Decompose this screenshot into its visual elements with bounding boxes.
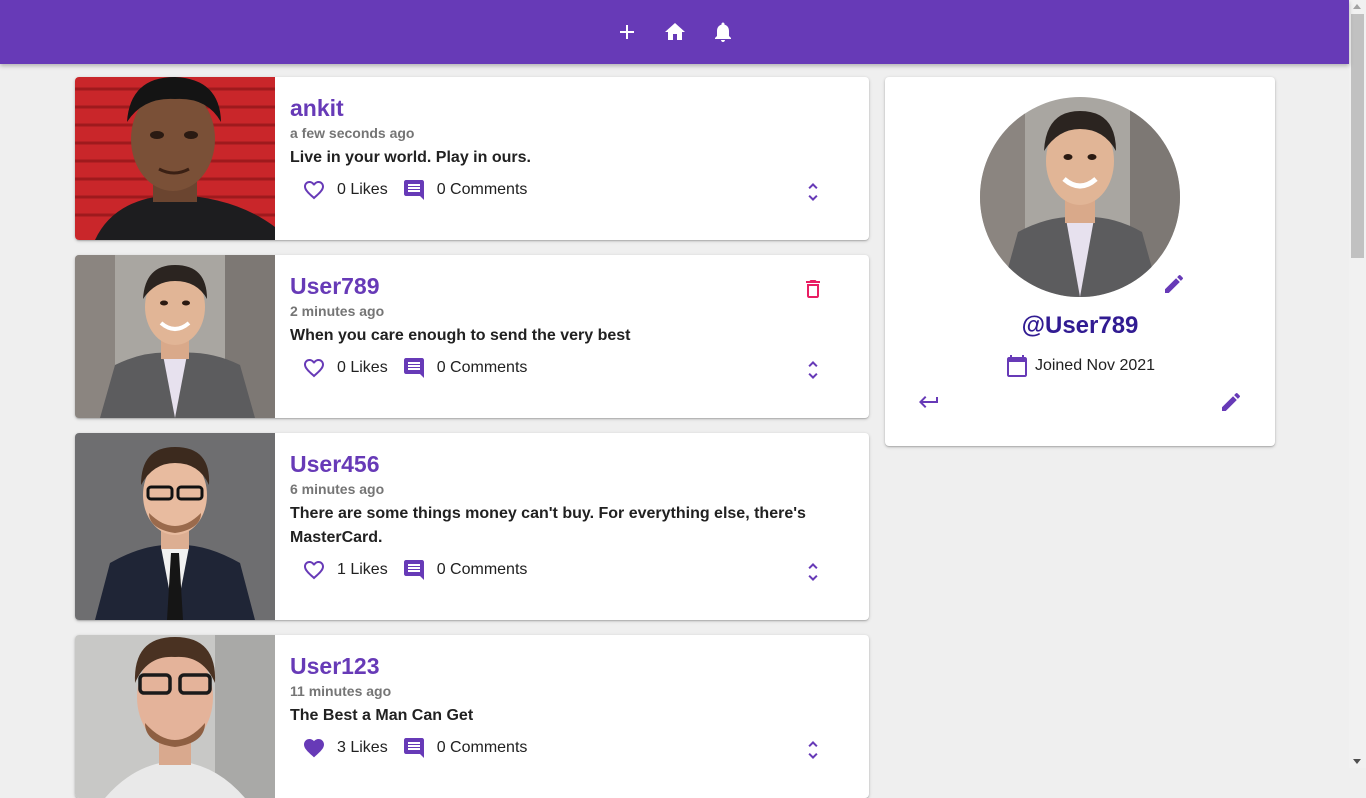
likes-count: 1 Likes xyxy=(337,561,388,578)
scroll-up-arrow[interactable] xyxy=(1353,4,1361,9)
pencil-icon xyxy=(1165,274,1184,293)
likes-count: 0 Likes xyxy=(337,181,388,198)
expand-post-button[interactable] xyxy=(801,358,825,382)
post-actions: 3 Likes 0 Comments xyxy=(302,736,527,760)
like-button[interactable] xyxy=(302,736,326,760)
keyboard-return-icon xyxy=(919,396,938,408)
like-button[interactable] xyxy=(302,558,326,582)
post-actions: 0 Likes 0 Comments xyxy=(302,356,527,380)
edit-profile-button[interactable] xyxy=(1219,390,1243,414)
home-icon xyxy=(664,23,685,40)
expand-post-button[interactable] xyxy=(801,180,825,204)
comment-icon xyxy=(403,180,424,200)
profile-joined-date: Joined Nov 2021 xyxy=(885,354,1275,378)
post-author-photo xyxy=(75,635,275,798)
post-card: ankit a few seconds ago Live in your wor… xyxy=(75,77,869,240)
joined-text: Joined Nov 2021 xyxy=(1034,357,1156,374)
scroll-down-arrow[interactable] xyxy=(1353,759,1361,764)
post-author-photo xyxy=(75,77,275,240)
post-timestamp: 2 minutes ago xyxy=(290,303,385,319)
post-author-link[interactable]: User789 xyxy=(290,273,380,300)
bell-icon xyxy=(714,22,731,42)
post-text: Live in your world. Play in ours. xyxy=(290,149,531,166)
logout-button[interactable] xyxy=(917,390,941,414)
like-button[interactable] xyxy=(302,178,326,202)
profile-card: @User789 Joined Nov 2021 xyxy=(885,77,1275,446)
post-timestamp: a few seconds ago xyxy=(290,125,415,141)
pencil-icon xyxy=(1222,392,1241,411)
heart-outline-icon xyxy=(304,181,324,200)
comments-button[interactable] xyxy=(402,178,426,202)
likes-count: 3 Likes xyxy=(337,739,388,756)
expand-post-button[interactable] xyxy=(801,738,825,762)
post-text: The Best a Man Can Get xyxy=(290,707,474,724)
comments-button[interactable] xyxy=(402,356,426,380)
edit-avatar-button[interactable] xyxy=(1162,272,1186,296)
post-actions: 1 Likes 0 Comments xyxy=(302,558,527,582)
comment-icon xyxy=(403,560,424,580)
expand-post-button[interactable] xyxy=(801,560,825,584)
add-icon xyxy=(619,25,634,39)
delete-post-button[interactable] xyxy=(801,277,825,301)
post-author-link[interactable]: ankit xyxy=(290,95,344,122)
post-author-photo xyxy=(75,255,275,418)
post-card: User123 11 minutes ago The Best a Man Ca… xyxy=(75,635,869,798)
post-timestamp: 6 minutes ago xyxy=(290,481,385,497)
likes-count: 0 Likes xyxy=(337,359,388,376)
unfold-more-icon xyxy=(808,741,818,759)
post-author-photo xyxy=(75,433,275,620)
heart-outline-icon xyxy=(304,561,324,580)
comments-count: 0 Comments xyxy=(436,739,528,756)
comments-button[interactable] xyxy=(402,736,426,760)
unfold-more-icon xyxy=(808,563,818,581)
post-author-link[interactable]: User456 xyxy=(290,451,380,478)
comments-button[interactable] xyxy=(402,558,426,582)
top-app-bar xyxy=(0,0,1349,64)
unfold-more-icon xyxy=(808,183,818,201)
post-text: There are some things money can't buy. F… xyxy=(290,505,806,546)
profile-avatar xyxy=(980,97,1180,297)
comments-count: 0 Comments xyxy=(436,561,528,578)
post-text: When you care enough to send the very be… xyxy=(290,327,631,344)
calendar-icon xyxy=(1006,355,1027,377)
scrollbar-thumb[interactable] xyxy=(1351,14,1364,258)
comment-icon xyxy=(403,358,424,378)
page-scrollbar[interactable] xyxy=(1349,0,1366,768)
like-button[interactable] xyxy=(302,356,326,380)
add-post-button[interactable] xyxy=(615,20,639,44)
post-timestamp: 11 minutes ago xyxy=(290,683,392,699)
profile-username: @User789 xyxy=(1021,312,1139,339)
notifications-button[interactable] xyxy=(711,20,735,44)
post-card: User789 2 minutes ago When you care enou… xyxy=(75,255,869,418)
post-card: User456 6 minutes ago There are some thi… xyxy=(75,433,869,620)
post-actions: 0 Likes 0 Comments xyxy=(302,178,527,202)
unfold-more-icon xyxy=(808,361,818,379)
comment-icon xyxy=(403,738,424,758)
trash-icon xyxy=(806,280,820,298)
heart-outline-icon xyxy=(304,359,324,378)
home-button[interactable] xyxy=(663,20,687,44)
comments-count: 0 Comments xyxy=(436,359,528,376)
post-author-link[interactable]: User123 xyxy=(290,653,380,680)
heart-filled-icon xyxy=(304,739,324,758)
comments-count: 0 Comments xyxy=(436,181,528,198)
